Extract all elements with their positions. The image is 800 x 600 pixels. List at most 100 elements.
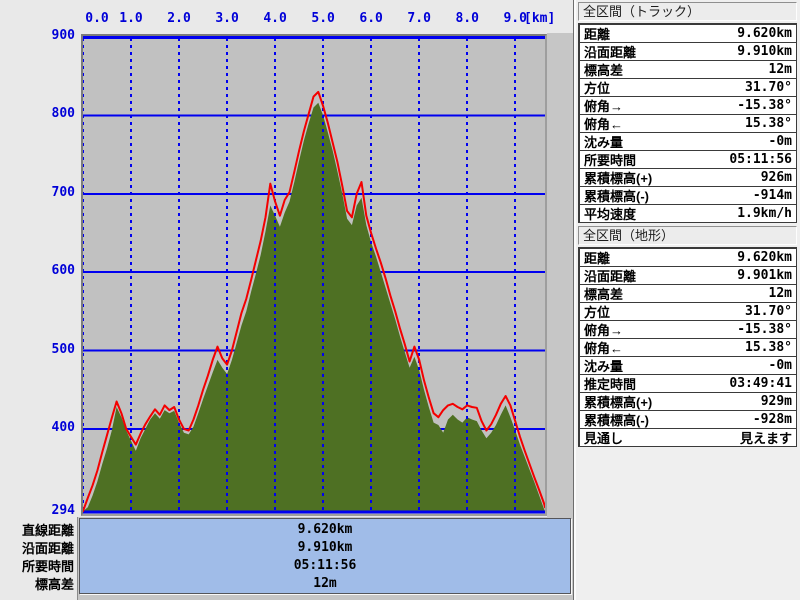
elevation-profile-chart — [83, 36, 545, 514]
x-axis-tick-label: 3.0 — [215, 11, 239, 26]
stat-label: 累積標高(+) — [584, 395, 653, 410]
stat-value: 03:49:41 — [729, 376, 792, 391]
stat-label: 推定時間 — [584, 377, 637, 392]
stat-value: 929m — [760, 394, 792, 409]
stat-row: 標高差 12m — [580, 61, 796, 79]
stat-label: 俯角→ — [584, 99, 624, 114]
x-axis-tick-label: 4.0 — [263, 11, 287, 26]
summary-panel: 9.620km 9.910km 05:11:56 12m — [79, 518, 571, 594]
stat-label: 標高差 — [584, 63, 624, 78]
x-axis-tick-label: 5.0 — [311, 11, 335, 26]
stat-row: 距離 9.620km — [580, 25, 796, 43]
stat-row: 平均速度 1.9km/h — [580, 205, 796, 222]
stat-value: 9.620km — [737, 250, 792, 265]
stat-label: 方位 — [584, 81, 611, 96]
stat-row: 所要時間 05:11:56 — [580, 151, 796, 169]
stat-value: 9.910km — [737, 44, 792, 59]
y-axis-tick-label: 700 — [51, 184, 75, 200]
stat-value: -928m — [752, 412, 792, 427]
stat-row: 沿面距離 9.910km — [580, 43, 796, 61]
stat-value: 12m — [768, 286, 792, 301]
stat-row: 見通し 見えます — [580, 429, 796, 447]
stat-value: -0m — [768, 134, 792, 149]
stat-row: 推定時間 03:49:41 — [580, 375, 796, 393]
stat-row: 累積標高(+) 926m — [580, 169, 796, 187]
stat-row: 俯角→ -15.38° — [580, 321, 796, 339]
y-axis-tick-label: 500 — [51, 341, 75, 357]
y-axis-tick-label: 294 — [51, 503, 75, 518]
stat-label: 俯角← — [584, 341, 624, 356]
stat-label: 見通し — [584, 431, 624, 446]
stat-value: -0m — [768, 358, 792, 373]
stat-label: 標高差 — [584, 287, 624, 302]
chart-gutter — [547, 33, 574, 600]
stat-label: 俯角→ — [584, 323, 624, 338]
stat-row: 俯角→ -15.38° — [580, 97, 796, 115]
summary-row-label: 沿面距離 — [21, 541, 74, 556]
stat-label: 沈み量 — [584, 135, 624, 150]
stat-row: 累積標高(-) -928m — [580, 411, 796, 429]
stat-value: 15.38° — [745, 116, 792, 131]
x-axis-tick-label: 0.0 — [85, 11, 109, 26]
summary-row-label: 標高差 — [34, 577, 74, 592]
x-axis-tick-label: 9.0 — [503, 11, 527, 26]
stat-value: 05:11:56 — [729, 152, 792, 167]
stat-row: 標高差 12m — [580, 285, 796, 303]
x-axis-tick-label: 2.0 — [167, 11, 191, 26]
stat-label: 所要時間 — [584, 153, 637, 168]
chart-region: [km] 直線距離 沿面距離 所要時間 標高差 9.620km 9.910km 05:11… — [0, 0, 574, 600]
y-axis-tick-label: 900 — [51, 28, 75, 43]
stats-section: 全区間（地形） 距離 9.620km 沿面距離 9.901km 標高差 12m 方位 31.70… — [578, 226, 797, 447]
stat-value: 見えます — [739, 432, 792, 447]
summary-row-value: 05:11:56 — [293, 558, 357, 573]
stats-section: 全区間（トラック） 距離 9.620km 沿面距離 9.910km 標高差 12m 方位 31.… — [578, 2, 797, 223]
stat-value: 926m — [760, 170, 792, 185]
stat-label: 沈み量 — [584, 359, 624, 374]
stat-label: 沿面距離 — [584, 269, 637, 284]
stats-rows: 距離 9.620km 沿面距離 9.910km 標高差 12m 方位 31.70° 俯角→ -15… — [578, 23, 797, 223]
profile-window: [km] 直線距離 沿面距離 所要時間 標高差 9.620km 9.910km 05:11… — [0, 0, 800, 600]
x-axis-tick-label: 6.0 — [359, 11, 383, 26]
stat-label: 沿面距離 — [584, 45, 637, 60]
stat-row: 累積標高(-) -914m — [580, 187, 796, 205]
stat-value: -914m — [752, 188, 792, 203]
stat-label: 累積標高(-) — [584, 189, 649, 204]
stat-label: 累積標高(+) — [584, 171, 653, 186]
stats-rows: 距離 9.620km 沿面距離 9.901km 標高差 12m 方位 31.70° 俯角→ -15… — [578, 247, 797, 447]
stat-value: 31.70° — [745, 80, 792, 95]
x-axis-tick-label: 1.0 — [119, 11, 143, 26]
stats-section-title: 全区間（トラック） — [578, 2, 797, 21]
stat-value: 31.70° — [745, 304, 792, 319]
stat-value: 9.901km — [737, 268, 792, 283]
stat-row: 俯角← 15.38° — [580, 115, 796, 133]
stat-row: 方位 31.70° — [580, 79, 796, 97]
stat-row: 距離 9.620km — [580, 249, 796, 267]
stat-row: 俯角← 15.38° — [580, 339, 796, 357]
summary-row-value: 9.620km — [297, 522, 353, 537]
stat-label: 累積標高(-) — [584, 413, 649, 428]
stat-value: 12m — [768, 62, 792, 77]
summary-row-value: 9.910km — [297, 540, 353, 555]
stat-label: 方位 — [584, 305, 611, 320]
x-axis-tick-label: 8.0 — [455, 11, 479, 26]
y-axis-tick-label: 800 — [51, 106, 75, 122]
vertical-divider — [77, 517, 78, 600]
summary-row-label: 直線距離 — [21, 523, 74, 538]
stat-label: 距離 — [584, 251, 611, 266]
stat-label: 平均速度 — [584, 207, 637, 222]
stat-value: -15.38° — [737, 322, 792, 337]
stats-section-title: 全区間（地形） — [578, 226, 797, 245]
y-axis-tick-label: 600 — [51, 263, 75, 279]
stat-value: 1.9km/h — [737, 206, 792, 221]
stat-label: 距離 — [584, 27, 611, 42]
elevation-profile-plot[interactable] — [81, 34, 547, 516]
stat-value: 15.38° — [745, 340, 792, 355]
x-axis-unit-label: [km] — [524, 11, 556, 26]
stats-side-panel: 全区間（トラック） 距離 9.620km 沿面距離 9.910km 標高差 12m 方位 31.… — [576, 0, 800, 600]
stat-row: 方位 31.70° — [580, 303, 796, 321]
stat-value: 9.620km — [737, 26, 792, 41]
stat-row: 沈み量 -0m — [580, 133, 796, 151]
x-axis-tick-label: 7.0 — [407, 11, 431, 26]
stat-value: -15.38° — [737, 98, 792, 113]
summary-row-value: 12m — [313, 576, 337, 591]
